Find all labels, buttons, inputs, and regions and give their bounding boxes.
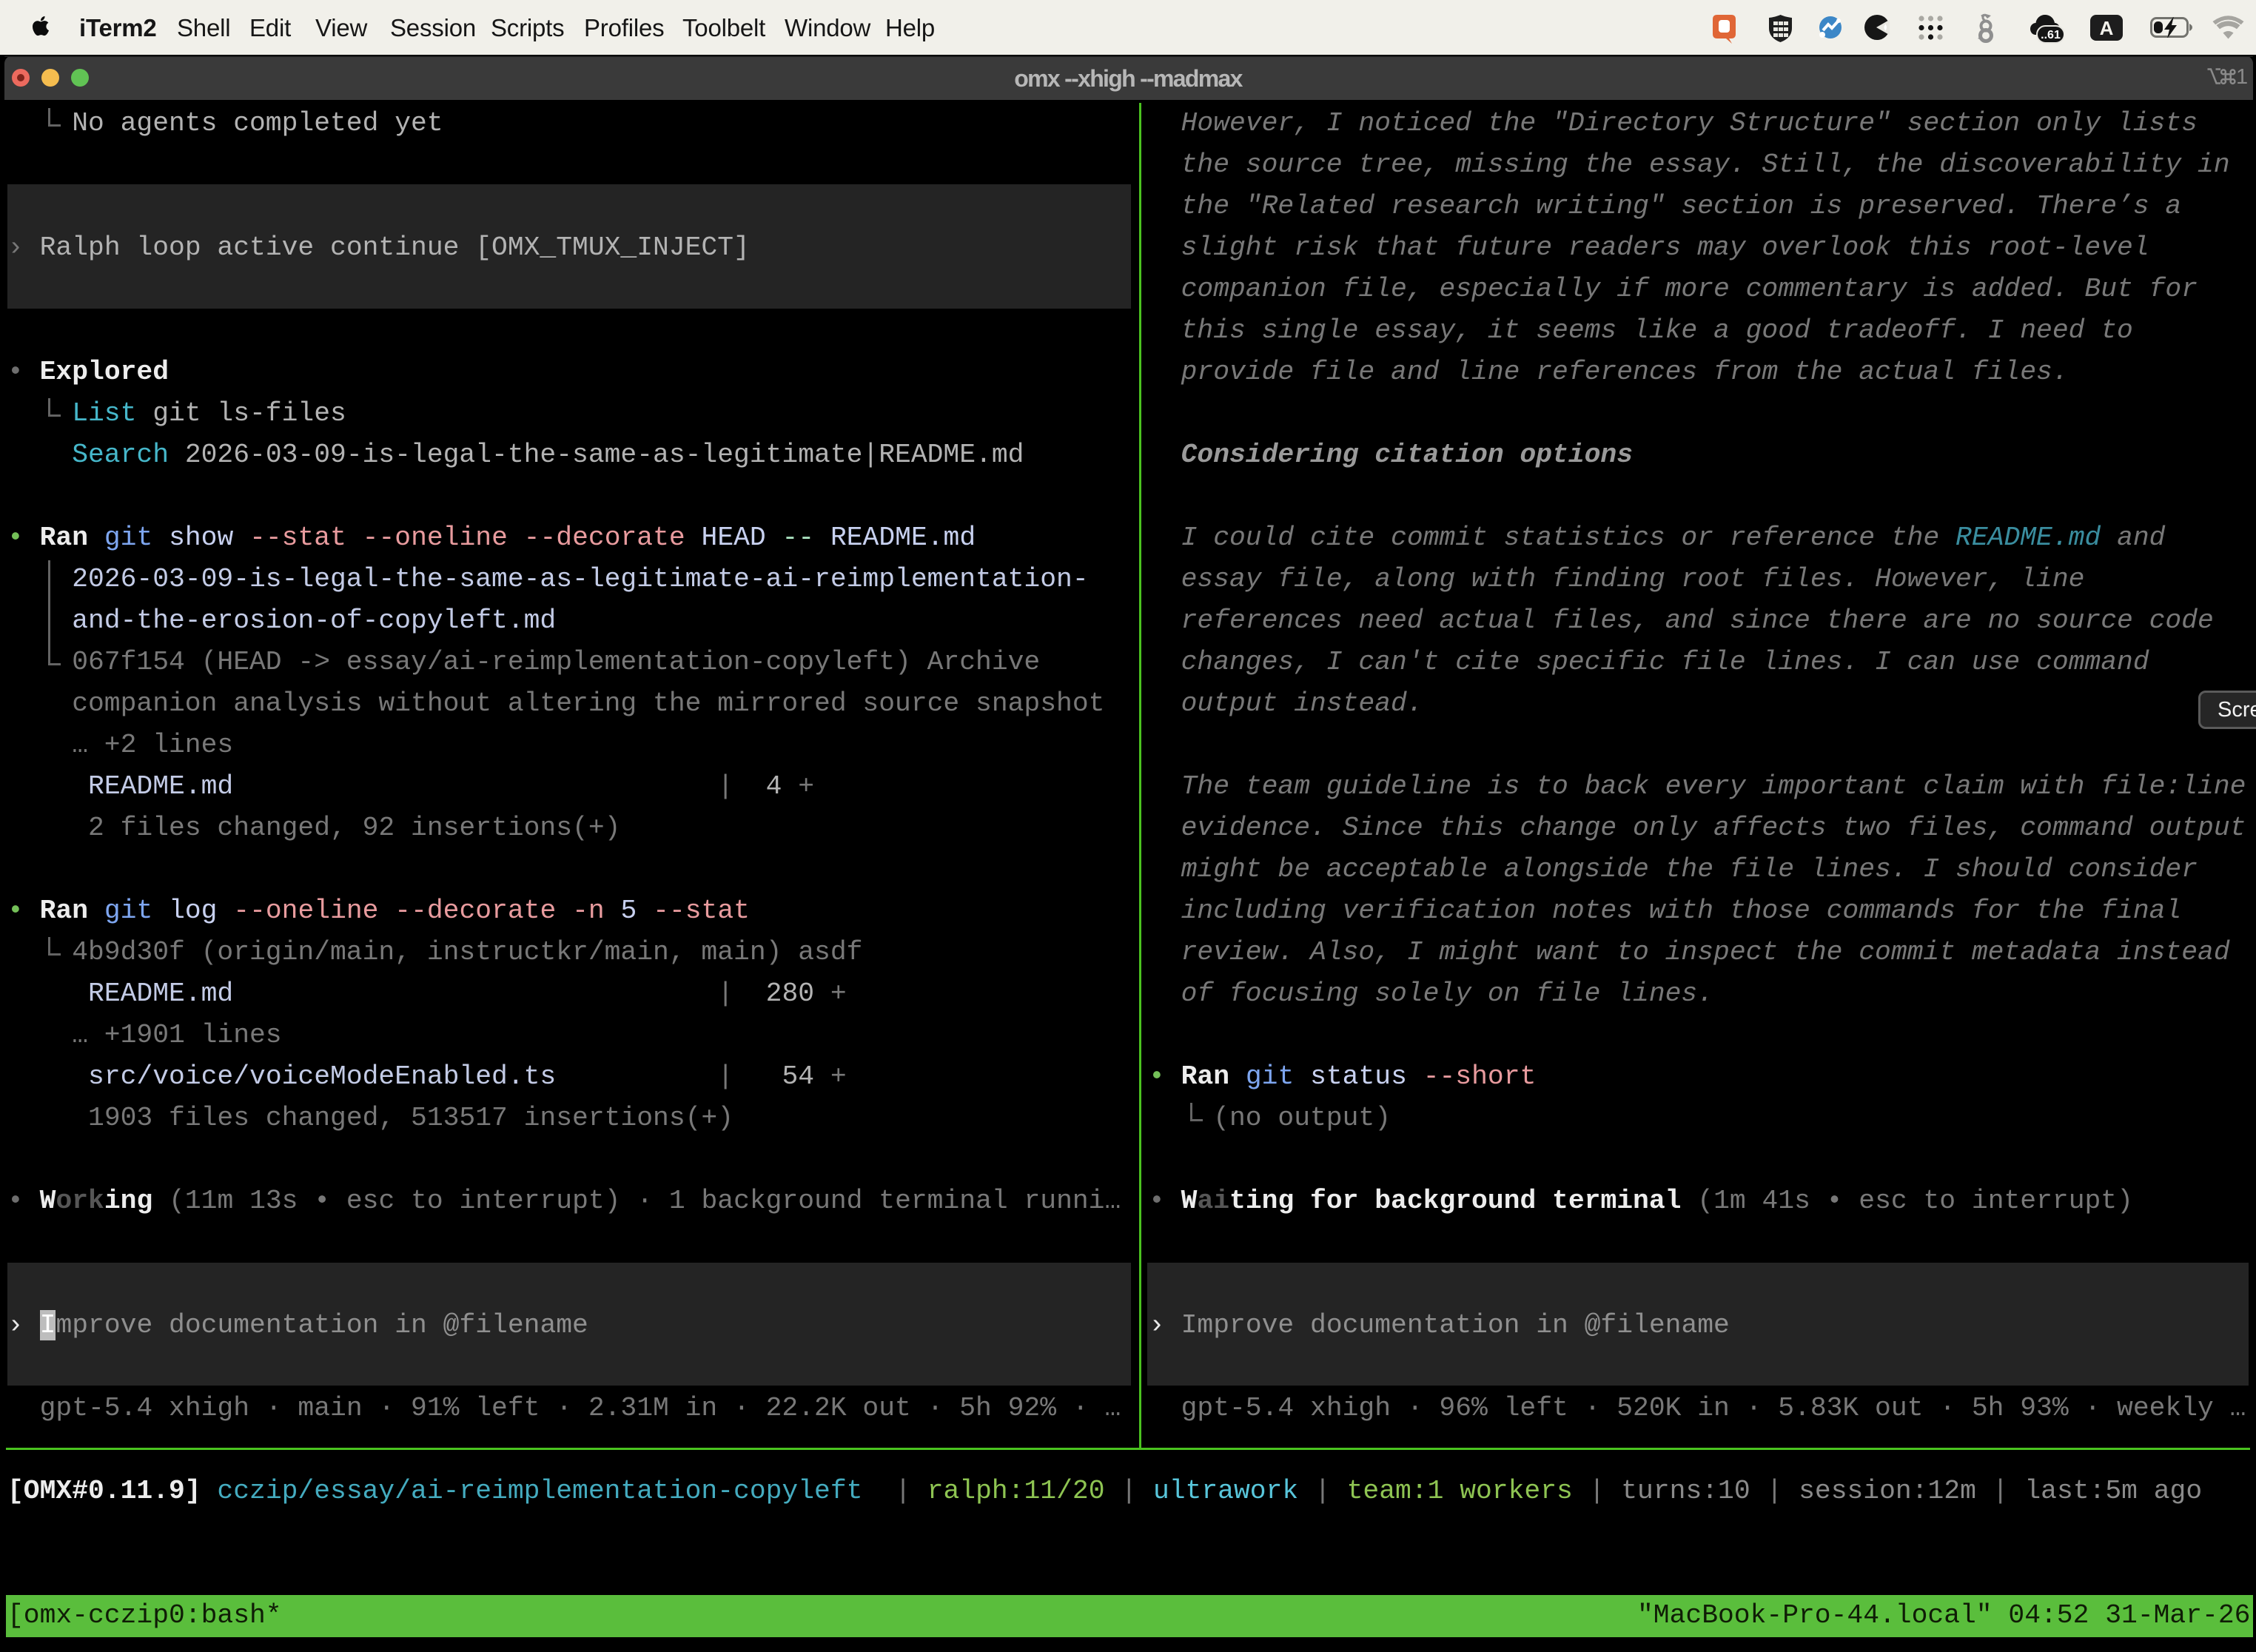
svg-text:..61: ..61 (2041, 29, 2061, 41)
svg-text:A: A (2100, 17, 2114, 39)
